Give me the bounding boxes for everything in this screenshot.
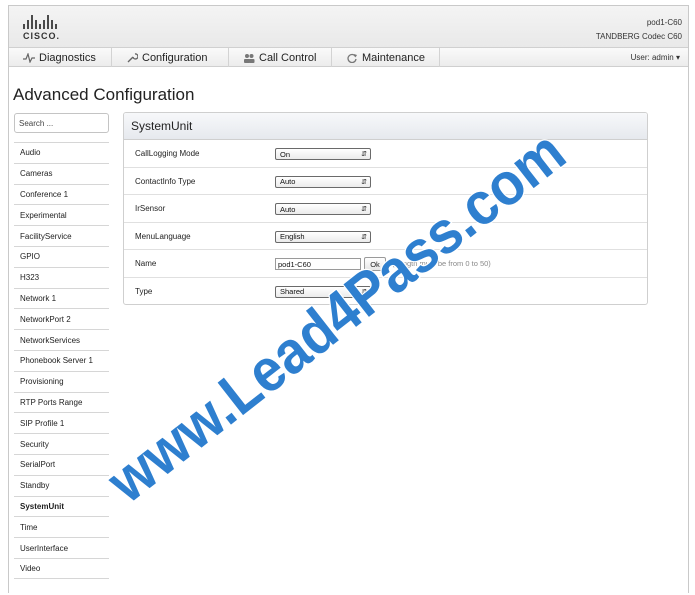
updown-arrow-icon: ⇵ xyxy=(361,233,367,241)
sidebar-item-cameras[interactable]: Cameras xyxy=(14,162,109,184)
nav-call-control-label: Call Control xyxy=(259,51,317,64)
sidebar-item-systemunit[interactable]: SystemUnit xyxy=(14,495,109,517)
cisco-logo-text: CISCO. xyxy=(23,31,61,41)
menulanguage-select[interactable]: English ⇵ xyxy=(275,230,371,243)
name-hint: (Length must be from 0 to 50) xyxy=(392,259,491,268)
select-value: English xyxy=(280,232,305,241)
device-model: TANDBERG Codec C60 xyxy=(595,32,682,41)
sidebar-item-security[interactable]: Security xyxy=(14,433,109,454)
cisco-logo: CISCO. xyxy=(23,15,67,43)
user-menu[interactable]: User: admin ▾ xyxy=(630,48,688,66)
sidebar-item-h323[interactable]: H323 xyxy=(14,266,109,288)
select-value: Auto xyxy=(280,177,296,186)
row-name: Name pod1-C60 Ok (Length must be from 0 … xyxy=(124,250,647,278)
nav-maintenance[interactable]: Maintenance xyxy=(332,48,440,67)
sidebar-item-experimental[interactable]: Experimental xyxy=(14,204,109,225)
row-contactinfo-type: ContactInfo Type Auto ⇵ xyxy=(124,168,647,195)
nav-diagnostics-label: Diagnostics xyxy=(39,51,96,64)
sidebar-item-time[interactable]: Time xyxy=(14,516,109,537)
sidebar-item-network-1[interactable]: Network 1 xyxy=(14,287,109,309)
row-calllogging-mode: CallLogging Mode On ⇵ xyxy=(124,140,647,168)
ok-button[interactable]: Ok xyxy=(364,257,386,271)
select-value: Auto xyxy=(280,204,296,214)
panel-title: SystemUnit xyxy=(124,113,647,140)
calllogging-mode-select[interactable]: On ⇵ xyxy=(275,148,371,160)
user-menu-label: User: admin ▾ xyxy=(630,52,680,62)
sidebar-item-networkport-2[interactable]: NetworkPort 2 xyxy=(14,308,109,329)
row-irsensor: IrSensor Auto ⇵ xyxy=(124,195,647,223)
sidebar-item-userinterface[interactable]: UserInterface xyxy=(14,537,109,558)
sidebar-item-facilityservice[interactable]: FacilityService xyxy=(14,225,109,246)
sidebar-item-conference-1[interactable]: Conference 1 xyxy=(14,183,109,205)
nav-configuration-label: Configuration xyxy=(142,51,208,64)
row-type: Type Shared ⇵ xyxy=(124,278,647,305)
cisco-logo-icon xyxy=(23,15,67,29)
sidebar-item-video[interactable]: Video xyxy=(14,557,109,579)
people-icon xyxy=(244,53,255,63)
updown-arrow-icon: ⇵ xyxy=(361,151,367,158)
sidebar-item-networkservices[interactable]: NetworkServices xyxy=(14,329,109,350)
nav-configuration[interactable]: Configuration xyxy=(112,48,229,67)
row-label: IrSensor xyxy=(135,204,166,213)
nav-maintenance-label: Maintenance xyxy=(362,51,425,64)
row-label: ContactInfo Type xyxy=(135,176,196,186)
config-panel: SystemUnit CallLogging Mode On ⇵ Contact… xyxy=(123,112,648,305)
search-input[interactable] xyxy=(14,113,109,133)
device-name: pod1-C60 xyxy=(646,18,682,27)
sidebar: Audio Cameras Conference 1 Experimental Faci… xyxy=(14,142,109,579)
header: CISCO. pod1-C60 TANDBERG Codec C60 xyxy=(9,5,688,48)
contactinfo-type-select[interactable]: Auto ⇵ xyxy=(275,175,371,188)
wrench-icon xyxy=(127,52,138,62)
sidebar-item-gpio[interactable]: GPIO xyxy=(14,245,109,267)
select-value: Shared xyxy=(280,287,305,296)
nav-call-control[interactable]: Call Control xyxy=(229,48,332,67)
sidebar-item-provisioning[interactable]: Provisioning xyxy=(14,370,109,392)
name-input[interactable]: pod1-C60 xyxy=(275,258,361,270)
page-title: Advanced Configuration xyxy=(13,85,195,104)
refresh-icon xyxy=(347,53,357,63)
pulse-icon xyxy=(23,52,35,63)
updown-arrow-icon: ⇵ xyxy=(361,178,367,186)
irsensor-select[interactable]: Auto ⇵ xyxy=(275,203,371,215)
row-label: MenuLanguage xyxy=(135,231,191,241)
updown-arrow-icon: ⇵ xyxy=(361,288,367,296)
updown-arrow-icon: ⇵ xyxy=(361,206,367,213)
sidebar-item-sip-profile-1[interactable]: SIP Profile 1 xyxy=(14,412,109,433)
row-label: Type xyxy=(135,286,153,296)
nav-diagnostics[interactable]: Diagnostics xyxy=(9,48,112,67)
select-value: On xyxy=(280,149,291,159)
sidebar-item-serialport[interactable]: SerialPort xyxy=(14,453,109,475)
device-info: pod1-C60 TANDBERG Codec C60 xyxy=(596,16,682,44)
sidebar-item-standby[interactable]: Standby xyxy=(14,474,109,496)
row-menulanguage: MenuLanguage English ⇵ xyxy=(124,223,647,250)
type-select[interactable]: Shared ⇵ xyxy=(275,285,371,298)
sidebar-item-phonebook-server-1[interactable]: Phonebook Server 1 xyxy=(14,349,109,371)
sidebar-item-rtp-ports-range[interactable]: RTP Ports Range xyxy=(14,391,109,413)
sidebar-item-audio[interactable]: Audio xyxy=(14,142,109,163)
row-label: Name xyxy=(135,259,157,268)
row-label: CallLogging Mode xyxy=(135,149,200,158)
main-nav: Diagnostics Configuration Call Control M… xyxy=(9,48,688,67)
